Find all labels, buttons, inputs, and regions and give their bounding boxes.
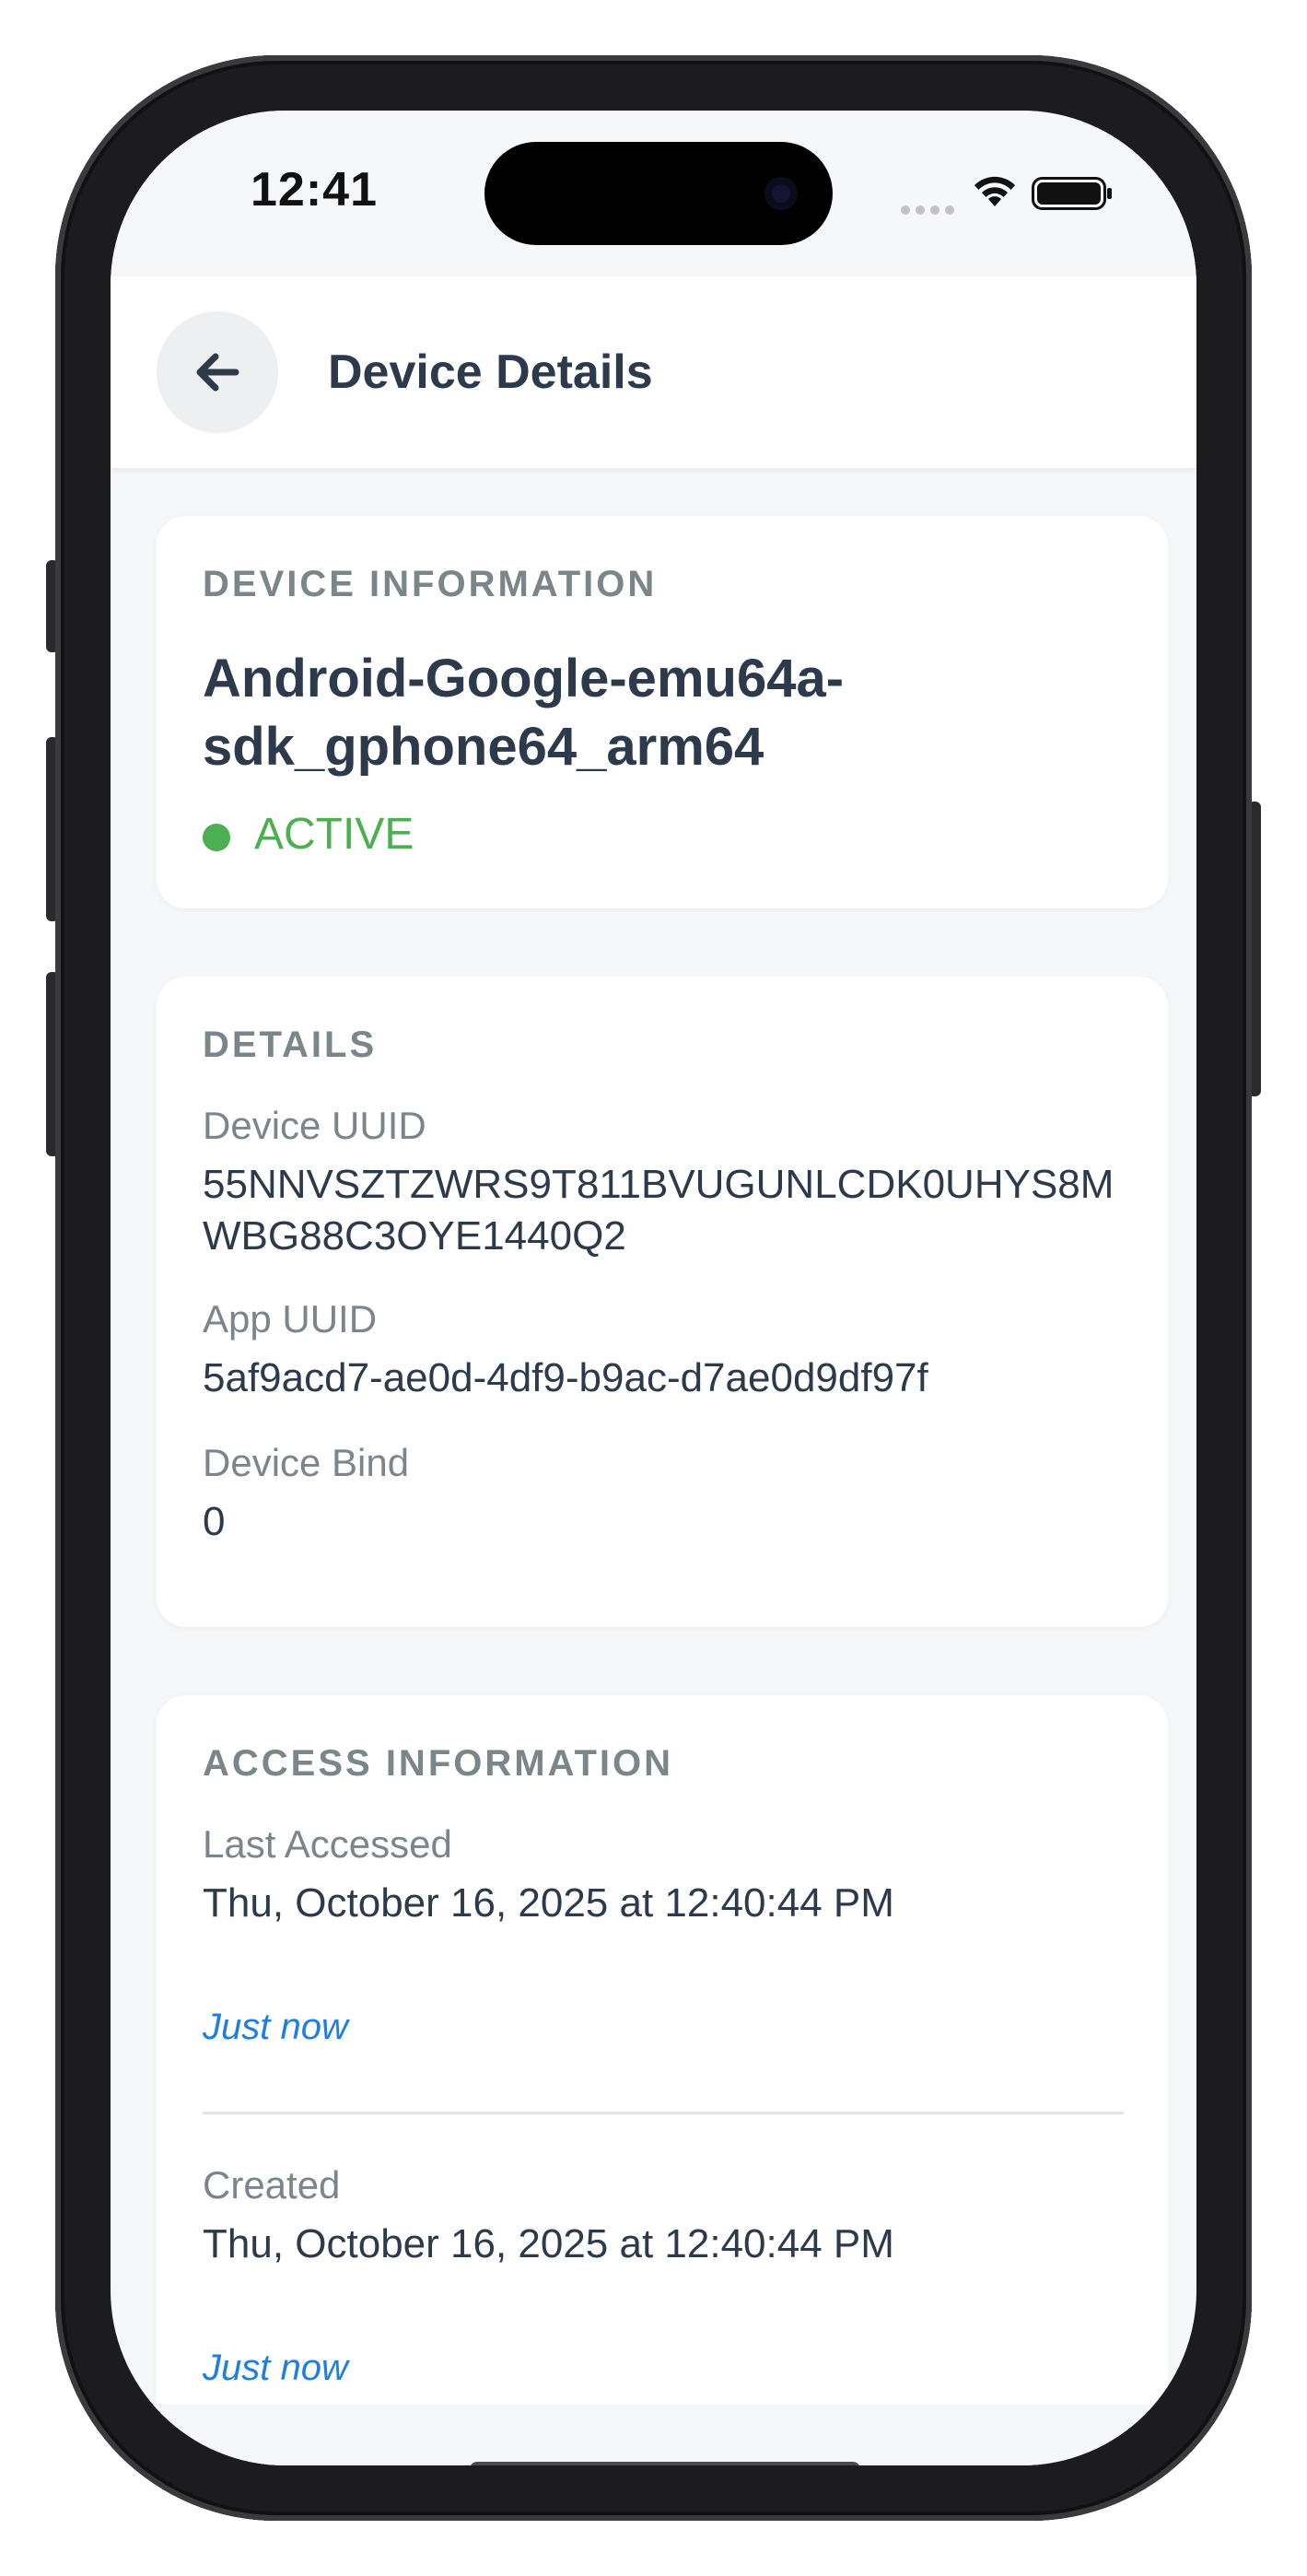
page-title: Device Details	[328, 345, 653, 399]
access-information-card: ACCESS INFORMATION Last Accessed Thu, Oc…	[157, 1695, 1168, 2465]
device-bind-label: Device Bind	[203, 1441, 410, 1484]
signal-icon	[901, 203, 960, 215]
last-accessed-label: Last Accessed	[203, 1822, 452, 1866]
device-uuid-label: Device UUID	[203, 1104, 426, 1147]
battery-icon	[1032, 177, 1112, 210]
created-relative: Just now	[203, 2348, 348, 2388]
device-information-card: DEVICE INFORMATION Android-Google-emu64a…	[157, 516, 1168, 908]
details-card: DETAILS Device UUID 55NNVSZTZWRS9T811BVU…	[157, 977, 1168, 1627]
back-button[interactable]	[157, 311, 278, 433]
app-uuid-value: 5af9acd7-ae0d-4df9-b9ac-d7ae0d9df97f	[203, 1355, 928, 1400]
device-mockup: 12:41 Device Details DEVICE INFORMATION …	[0, 0, 1307, 2576]
wifi-icon	[974, 176, 1015, 206]
section-title-details: DETAILS	[203, 1025, 378, 1065]
app-uuid-label: App UUID	[203, 1297, 378, 1341]
last-accessed-value: Thu, October 16, 2025 at 12:40:44 PM	[203, 1880, 894, 1926]
device-name: Android-Google-emu64a-sdk_gphone64_arm64	[203, 649, 845, 777]
last-accessed-relative: Just now	[203, 2007, 348, 2047]
status-text: ACTIVE	[254, 810, 414, 859]
created-value: Thu, October 16, 2025 at 12:40:44 PM	[203, 2221, 894, 2266]
app-header: Device Details	[111, 276, 1196, 468]
camera-icon	[764, 177, 798, 210]
device-bind-value: 0	[203, 1499, 226, 1544]
created-label: Created	[203, 2163, 341, 2207]
status-dot-icon	[203, 824, 230, 851]
status-time: 12:41	[251, 163, 378, 217]
device-uuid-value: 55NNVSZTZWRS9T811BVUGUNLCDK0UHYS8MWBG88C…	[203, 1162, 1114, 1259]
section-title-device-information: DEVICE INFORMATION	[203, 564, 658, 604]
section-title-access-information: ACCESS INFORMATION	[203, 1743, 674, 1784]
screen: 12:41 Device Details DEVICE INFORMATION …	[111, 111, 1196, 2465]
arrow-left-icon	[196, 353, 239, 392]
status-bar: 12:41	[111, 111, 1196, 276]
home-indicator[interactable]	[470, 2462, 860, 2465]
divider	[203, 2112, 1124, 2114]
phone-frame: 12:41 Device Details DEVICE INFORMATION …	[55, 55, 1252, 2521]
dynamic-island	[484, 142, 833, 245]
bottom-safe-area	[111, 2405, 1196, 2465]
